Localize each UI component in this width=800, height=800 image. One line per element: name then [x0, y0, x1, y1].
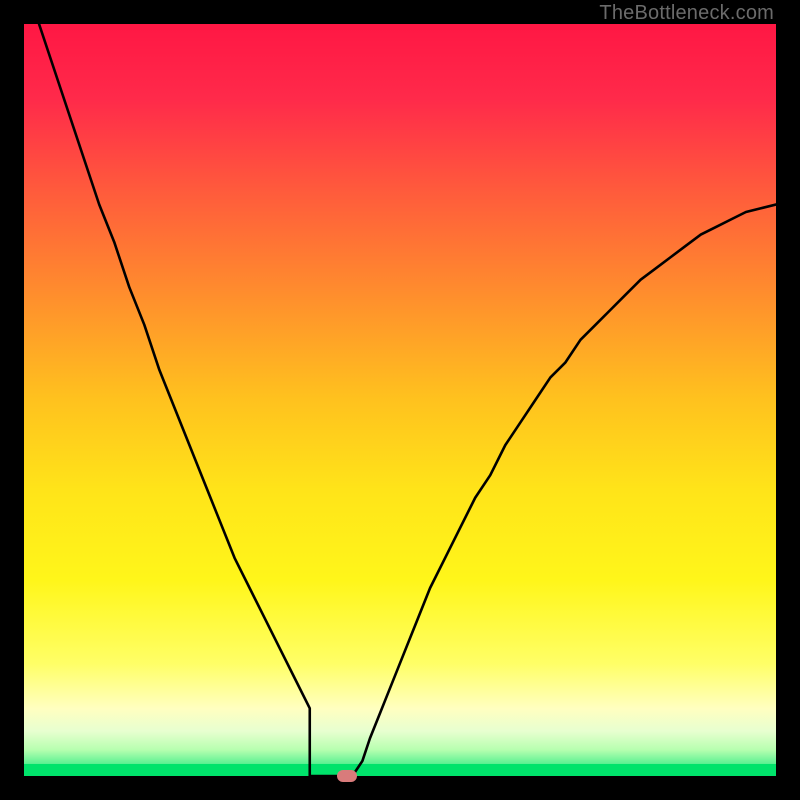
watermark-text: TheBottleneck.com — [599, 2, 774, 25]
optimum-marker — [337, 770, 357, 782]
chart-frame — [24, 24, 776, 776]
flat-band — [24, 764, 776, 776]
bottleneck-chart — [24, 24, 776, 776]
